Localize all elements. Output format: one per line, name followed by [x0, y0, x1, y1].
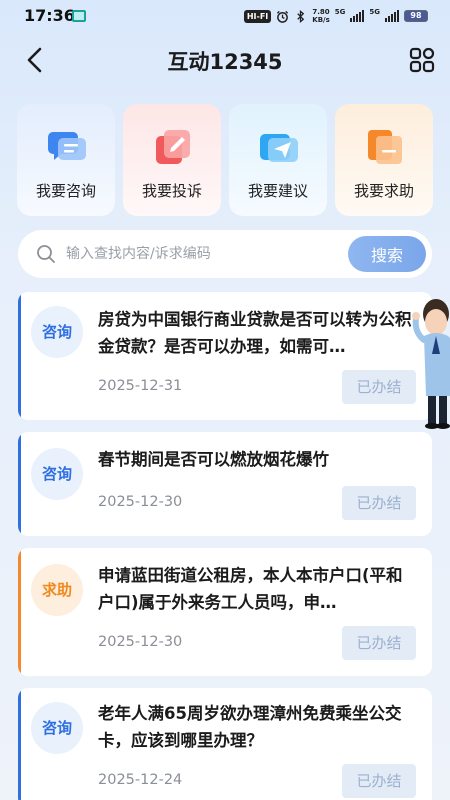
status-badge: 已办结 [342, 626, 416, 660]
type-badge: 求助 [31, 564, 83, 616]
help-card[interactable]: 我要求助 [335, 104, 433, 216]
status-badge: 已办结 [342, 486, 416, 520]
status-badge: 已办结 [342, 764, 416, 798]
status-icons: HI-FI 7.80 KB/s 5G 5G 98 [243, 7, 428, 25]
type-badge: 咨询 [31, 448, 83, 500]
list-item[interactable]: 咨询 春节期间是否可以燃放烟花爆竹 2025-12-30 已办结 [18, 432, 432, 536]
item-accent-bar [18, 432, 21, 536]
signal-icon [350, 10, 365, 22]
battery-icon: 98 [404, 10, 428, 22]
list-item[interactable]: 咨询 老年人满65周岁欲办理漳州免费乘坐公交卡，应该到哪里办理？ 2025-12… [18, 688, 432, 800]
search-input[interactable] [66, 240, 346, 268]
complaint-card[interactable]: 我要投诉 [123, 104, 221, 216]
page-title: 互动12345 [167, 50, 283, 74]
item-title: 申请蓝田街道公租房，本人本市户口(平和户口)属于外来务工人员吗，申… [98, 566, 403, 612]
signal-icon [385, 10, 399, 22]
network-type-2: 5G [369, 8, 380, 16]
list-item[interactable]: 求助 申请蓝田街道公租房，本人本市户口(平和户口)属于外来务工人员吗，申… 20… [18, 548, 432, 676]
status-time: 17:36 [24, 6, 75, 25]
quick-actions: 我要咨询 我要投诉 我要建议 我要求助 [17, 104, 433, 216]
item-title: 春节期间是否可以燃放烟花爆竹 [98, 450, 329, 469]
grid-menu-button[interactable] [408, 46, 436, 74]
search-icon [37, 245, 55, 263]
alarm-icon [277, 10, 289, 23]
item-date: 2025-12-30 [98, 494, 183, 510]
network-speed: 7.80 KB/s [312, 8, 329, 24]
hifi-badge: HI-FI [243, 9, 272, 23]
network-speed-value: 7.80 [312, 8, 330, 16]
item-accent-bar [18, 292, 21, 420]
type-badge: 咨询 [31, 702, 83, 754]
app-header: 互动12345 [0, 32, 450, 88]
item-date: 2025-12-24 [98, 772, 183, 788]
complaint-label: 我要投诉 [141, 182, 202, 200]
help-icon [368, 130, 402, 164]
send-icon [260, 134, 298, 162]
item-accent-bar [18, 548, 21, 676]
network-type-1: 5G [334, 8, 346, 16]
consult-label: 我要咨询 [35, 182, 96, 200]
type-badge: 咨询 [31, 306, 83, 358]
search-bar: 搜索 [18, 230, 432, 278]
status-bar: 17:36 HI-FI 7.80 KB/s 5G 5G 98 [0, 0, 450, 32]
item-accent-bar [18, 688, 21, 800]
suggest-label: 我要建议 [247, 182, 308, 200]
assistant-mascot[interactable] [412, 296, 450, 430]
item-date: 2025-12-31 [98, 378, 183, 394]
list-item[interactable]: 咨询 房贷为中国银行商业贷款是否可以转为公积金贷款？是否可以办理，如需可… 20… [18, 292, 432, 420]
item-title: 老年人满65周岁欲办理漳州免费乘坐公交卡，应该到哪里办理？ [98, 704, 402, 750]
consult-card[interactable]: 我要咨询 [17, 104, 115, 216]
item-date: 2025-12-30 [98, 634, 183, 650]
complaint-icon [156, 130, 190, 164]
chat-icon [48, 132, 86, 160]
search-button[interactable]: 搜索 [348, 236, 426, 272]
item-title: 房贷为中国银行商业贷款是否可以转为公积金贷款？是否可以办理，如需可… [98, 310, 412, 356]
network-speed-unit: KB/s [312, 16, 330, 24]
bluetooth-icon [297, 9, 305, 23]
status-badge: 已办结 [342, 370, 416, 404]
help-label: 我要求助 [353, 182, 414, 200]
suggest-card[interactable]: 我要建议 [229, 104, 327, 216]
notification-app-icon [72, 10, 86, 22]
